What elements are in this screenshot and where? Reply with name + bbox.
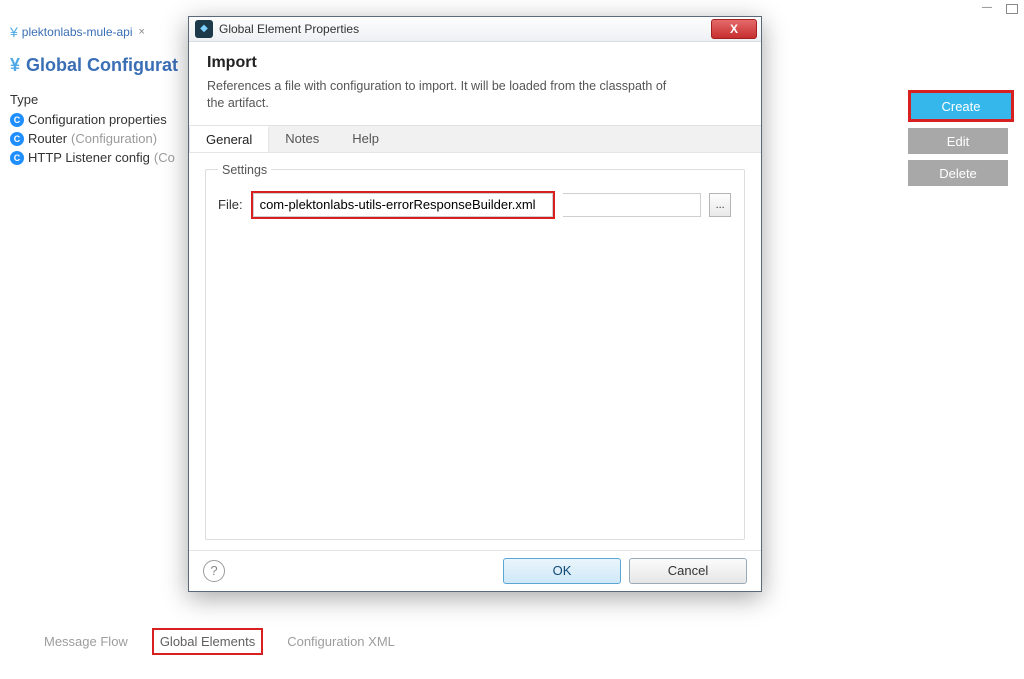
window-maximize-icon[interactable] — [1006, 4, 1018, 14]
file-row: File: ... — [218, 191, 732, 219]
list-item[interactable]: C Configuration properties — [10, 112, 175, 127]
list-item[interactable]: C Router (Configuration) — [10, 131, 175, 146]
tab-help[interactable]: Help — [336, 126, 396, 152]
dialog-tabs: General Notes Help — [189, 126, 761, 153]
config-name: Configuration properties — [28, 112, 167, 127]
tab-configuration-xml[interactable]: Configuration XML — [281, 630, 401, 653]
help-icon[interactable]: ? — [203, 560, 225, 582]
dialog-titlebar[interactable]: ◆ Global Element Properties X — [189, 17, 761, 42]
config-icon: C — [10, 113, 24, 127]
side-buttons: Create Edit Delete — [908, 90, 1014, 186]
config-icon: C — [10, 132, 24, 146]
dialog-title: Global Element Properties — [219, 22, 711, 36]
dialog-app-icon: ◆ — [195, 20, 213, 38]
list-item[interactable]: C HTTP Listener config (Co — [10, 150, 175, 165]
file-input-highlight — [251, 191, 555, 219]
bottom-tab-bar: Message Flow Global Elements Configurati… — [38, 628, 401, 655]
tab-general[interactable]: General — [189, 126, 269, 152]
file-input-extra[interactable] — [563, 193, 701, 217]
edit-button[interactable]: Edit — [908, 128, 1008, 154]
close-tab-icon[interactable]: × — [139, 26, 145, 38]
tab-notes[interactable]: Notes — [269, 126, 336, 152]
file-tab[interactable]: ¥ plektonlabs-mule-api × — [4, 22, 151, 42]
window-minimize-icon[interactable] — [978, 2, 996, 16]
file-label: File: — [218, 197, 243, 212]
dialog-close-button[interactable]: X — [711, 19, 757, 39]
config-sub: (Co — [154, 150, 175, 165]
file-input[interactable] — [253, 193, 553, 217]
delete-button[interactable]: Delete — [908, 160, 1008, 186]
dialog-hero: Import References a file with configurat… — [189, 42, 761, 126]
create-button[interactable]: Create — [911, 93, 1011, 119]
settings-legend: Settings — [218, 163, 271, 177]
ok-button[interactable]: OK — [503, 558, 621, 584]
config-name: Router — [28, 131, 67, 146]
config-icon: C — [10, 151, 24, 165]
global-config-list: C Configuration properties C Router (Con… — [10, 112, 175, 165]
dialog-hero-title: Import — [207, 54, 743, 72]
config-sub: (Configuration) — [71, 131, 157, 146]
tab-message-flow[interactable]: Message Flow — [38, 630, 134, 653]
dialog-hero-description: References a file with configuration to … — [207, 78, 687, 113]
section-title-label: Global Configurat — [26, 55, 178, 76]
column-header-type: Type — [10, 92, 38, 107]
dialog-body: Settings File: ... — [189, 153, 761, 550]
tab-global-elements[interactable]: Global Elements — [152, 628, 263, 655]
mule-rabbit-icon: ¥ — [10, 26, 18, 38]
global-element-properties-dialog: ◆ Global Element Properties X Import Ref… — [188, 16, 762, 592]
dialog-footer: ? OK Cancel — [189, 550, 761, 591]
mule-rabbit-icon: ¥ — [10, 55, 20, 76]
browse-button[interactable]: ... — [709, 193, 731, 217]
file-tab-label: plektonlabs-mule-api — [22, 25, 133, 39]
settings-group: Settings File: ... — [205, 163, 745, 540]
config-name: HTTP Listener config — [28, 150, 150, 165]
cancel-button[interactable]: Cancel — [629, 558, 747, 584]
window-controls — [978, 2, 1018, 16]
create-highlight: Create — [908, 90, 1014, 122]
section-title: ¥ Global Configurat — [10, 55, 178, 76]
